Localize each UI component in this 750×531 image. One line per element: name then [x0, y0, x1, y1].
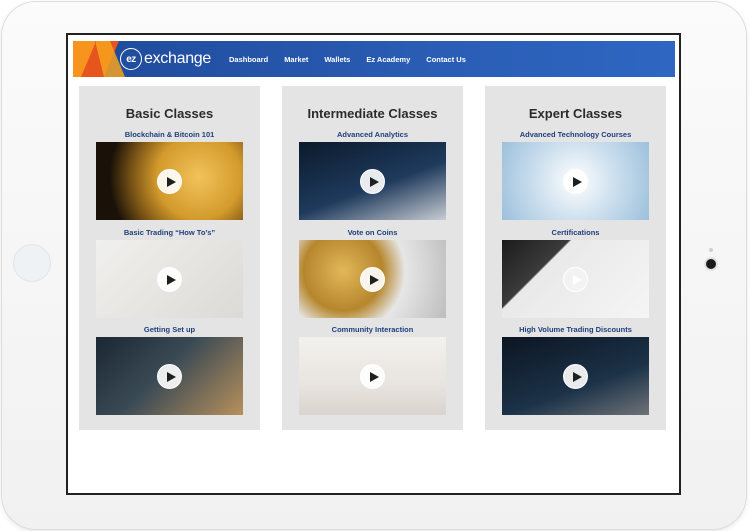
tablet-screen: ez exchange Dashboard Market Wallets Ez … [66, 33, 681, 495]
basic-classes-card: Basic Classes Blockchain & Bitcoin 101 B… [79, 86, 260, 430]
card-title: Basic Classes [125, 106, 214, 121]
play-icon[interactable] [157, 364, 182, 389]
sensor-dot [709, 248, 713, 252]
nav-links: Dashboard Market Wallets Ez Academy Cont… [229, 41, 482, 77]
course-thumbnail-advanced-technology[interactable] [502, 142, 649, 220]
course-label[interactable]: Blockchain & Bitcoin 101 [79, 130, 260, 139]
top-navbar: ez exchange Dashboard Market Wallets Ez … [73, 41, 675, 77]
play-icon[interactable] [563, 267, 588, 292]
nav-link-contact-us[interactable]: Contact Us [426, 55, 466, 64]
card-title: Intermediate Classes [307, 106, 438, 121]
play-icon[interactable] [360, 364, 385, 389]
course-thumbnail-certifications[interactable] [502, 240, 649, 318]
course-label[interactable]: Community Interaction [282, 325, 463, 334]
course-label[interactable]: Getting Set up [79, 325, 260, 334]
course-thumbnail-vote-on-coins[interactable] [299, 240, 446, 318]
course-thumbnail-high-volume-trading[interactable] [502, 337, 649, 415]
play-icon[interactable] [157, 267, 182, 292]
course-thumbnail-advanced-analytics[interactable] [299, 142, 446, 220]
course-thumbnail-community-interaction[interactable] [299, 337, 446, 415]
expert-classes-card: Expert Classes Advanced Technology Cours… [485, 86, 666, 430]
ez-exchange-logo[interactable]: ez exchange [120, 48, 211, 70]
card-title: Expert Classes [528, 106, 623, 121]
course-label[interactable]: High Volume Trading Discounts [485, 325, 666, 334]
course-thumbnail-basic-trading[interactable] [96, 240, 243, 318]
course-label[interactable]: Certifications [485, 228, 666, 237]
nav-link-ez-academy[interactable]: Ez Academy [366, 55, 410, 64]
logo-wordmark: exchange [144, 50, 211, 67]
course-label[interactable]: Advanced Technology Courses [485, 130, 666, 139]
course-label[interactable]: Advanced Analytics [282, 130, 463, 139]
play-icon[interactable] [563, 169, 588, 194]
course-label[interactable]: Vote on Coins [282, 228, 463, 237]
course-label[interactable]: Basic Trading “How To’s” [79, 228, 260, 237]
home-button[interactable] [13, 244, 51, 282]
nav-link-market[interactable]: Market [284, 55, 308, 64]
play-icon[interactable] [360, 169, 385, 194]
camera-icon [706, 259, 716, 269]
play-icon[interactable] [563, 364, 588, 389]
play-icon[interactable] [157, 169, 182, 194]
play-icon[interactable] [360, 267, 385, 292]
intermediate-classes-card: Intermediate Classes Advanced Analytics … [282, 86, 463, 430]
nav-link-wallets[interactable]: Wallets [324, 55, 350, 64]
course-thumbnail-getting-set-up[interactable] [96, 337, 243, 415]
course-thumbnail-blockchain[interactable] [96, 142, 243, 220]
nav-link-dashboard[interactable]: Dashboard [229, 55, 268, 64]
logo-badge: ez [120, 48, 142, 70]
